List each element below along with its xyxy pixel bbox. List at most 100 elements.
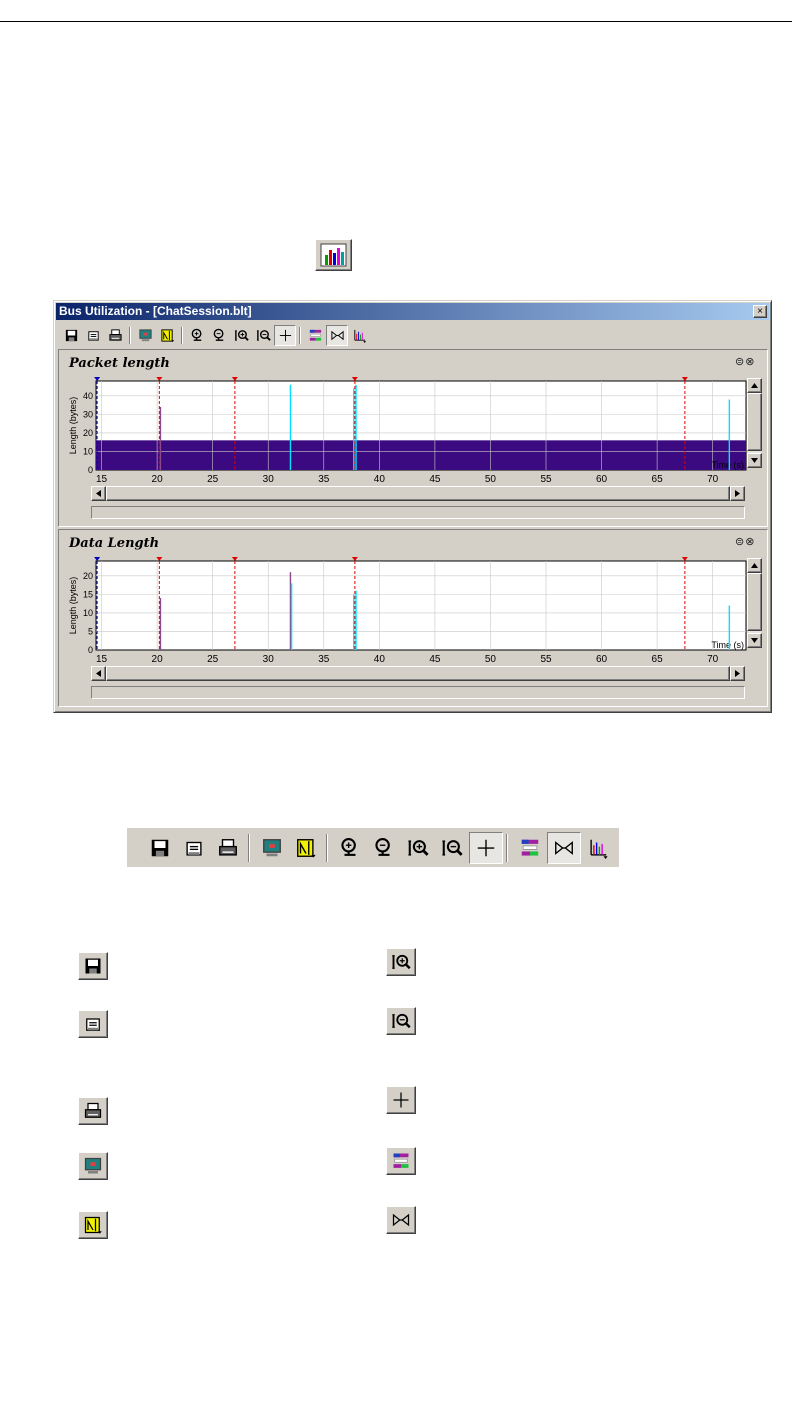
window-title: Bus Utilization - [ChatSession.blt] (59, 304, 252, 318)
zoom-out-icon (375, 838, 390, 856)
save-icon (151, 839, 169, 857)
fit-button[interactable] (326, 325, 348, 346)
bus-load-band (96, 440, 746, 470)
marker-handle[interactable] (351, 377, 358, 381)
zoom-in-icon (191, 328, 201, 341)
marker-handle[interactable] (156, 557, 163, 561)
layout-button[interactable] (513, 832, 547, 864)
status-bar (91, 686, 745, 699)
x-tick-label: 20 (152, 474, 164, 485)
monitor-icon (84, 1157, 102, 1174)
print-button[interactable] (104, 325, 126, 346)
monitor-button[interactable] (134, 325, 156, 346)
horizontal-scrollbar[interactable] (91, 486, 745, 501)
marker-handle[interactable] (156, 377, 163, 381)
zoom-in-icon (341, 838, 356, 856)
axis-scale-button[interactable] (348, 325, 370, 346)
scroll-thumb[interactable] (106, 486, 730, 501)
open-button[interactable] (82, 325, 104, 346)
x-tick-label: 35 (318, 654, 330, 665)
legend-ruler-button (78, 1211, 108, 1239)
scroll-thumb[interactable] (106, 666, 730, 681)
chart-title: Data Length (69, 536, 160, 551)
zoom-in-vertical-icon (408, 840, 429, 856)
crosshair-button[interactable] (469, 832, 503, 864)
marker-handle[interactable] (231, 557, 238, 561)
bus-utilization-button[interactable] (315, 239, 352, 271)
marker-handle[interactable] (681, 557, 688, 561)
save-button[interactable] (143, 832, 177, 864)
legend-crosshair-button (386, 1086, 416, 1114)
scroll-down-button[interactable] (747, 453, 762, 468)
title-bar[interactable]: Bus Utilization - [ChatSession.blt] × (56, 303, 769, 320)
marker-handle[interactable] (351, 557, 358, 561)
scroll-thumb[interactable] (747, 573, 762, 631)
legend-open-button (78, 1010, 108, 1038)
x-tick-label: 30 (263, 474, 275, 485)
monitor-button[interactable] (255, 832, 289, 864)
y-tick-label: 0 (88, 465, 93, 475)
pane-controls[interactable]: ⊜⊗ (735, 355, 755, 368)
scroll-left-button[interactable] (91, 666, 106, 681)
x-tick-label: 20 (152, 654, 164, 665)
x-tick-label: 70 (707, 474, 719, 485)
open-icon (87, 331, 99, 341)
scroll-down-button[interactable] (747, 633, 762, 648)
ruler-button[interactable] (289, 832, 323, 864)
layout-icon (393, 1153, 409, 1168)
crosshair-button[interactable] (274, 325, 296, 346)
scroll-right-button[interactable] (730, 486, 745, 501)
ruler-button[interactable] (156, 325, 178, 346)
horizontal-scrollbar[interactable] (91, 666, 745, 681)
marker-handle[interactable] (94, 557, 101, 561)
pane-controls[interactable]: ⊜⊗ (735, 535, 755, 548)
zoom-out-vertical-button[interactable] (252, 325, 274, 346)
vertical-scrollbar[interactable] (747, 378, 762, 468)
vertical-scrollbar[interactable] (747, 558, 762, 648)
layout-button[interactable] (304, 325, 326, 346)
x-tick-label: 40 (374, 654, 386, 665)
save-button[interactable] (60, 325, 82, 346)
axis-scale-button[interactable] (581, 832, 615, 864)
zoom-out-button[interactable] (208, 325, 230, 346)
scroll-up-button[interactable] (747, 558, 762, 573)
scroll-up-button[interactable] (747, 378, 762, 393)
print-button[interactable] (211, 832, 245, 864)
chart-pane-data-length: Data Length ⊜⊗ 15 20 25 30 35 40 45 50 55 60 65 70 2… (58, 529, 768, 707)
x-tick-label: 50 (485, 474, 497, 485)
zoom-in-button[interactable] (333, 832, 367, 864)
scroll-right-button[interactable] (730, 666, 745, 681)
zoom-in-vertical-icon (392, 954, 411, 970)
zoom-out-button[interactable] (367, 832, 401, 864)
marker-handle[interactable] (94, 377, 101, 381)
x-tick-label: 15 (96, 474, 108, 485)
zoom-in-vertical-button[interactable] (230, 325, 252, 346)
y-axis-title: Length (bytes) (68, 577, 78, 635)
x-tick-label: 40 (374, 474, 386, 485)
scroll-thumb[interactable] (747, 393, 762, 451)
zoom-in-vertical-button[interactable] (401, 832, 435, 864)
zoom-out-vertical-button[interactable] (435, 832, 469, 864)
legend-zoom-in-vertical-button (386, 948, 416, 976)
x-axis-title: Time (s) (711, 460, 744, 470)
marker-handle[interactable] (231, 377, 238, 381)
close-button[interactable]: × (753, 305, 767, 318)
open-button[interactable] (177, 832, 211, 864)
zoom-out-icon (213, 328, 223, 341)
page-top-rule (0, 21, 792, 22)
x-tick-label: 50 (485, 654, 497, 665)
toolbar-separator (248, 834, 250, 862)
zoom-in-button[interactable] (186, 325, 208, 346)
y-tick-label: 20 (83, 428, 93, 438)
scroll-left-button[interactable] (91, 486, 106, 501)
fit-button[interactable] (547, 832, 581, 864)
axis-scale-icon (590, 839, 608, 859)
marker-handle[interactable] (681, 377, 688, 381)
data-length-chart: 15 20 25 30 35 40 45 50 55 60 65 7020151050Length (… (68, 557, 747, 665)
y-tick-label: 40 (83, 391, 93, 401)
monitor-icon (263, 839, 281, 857)
status-bar (91, 506, 745, 519)
layout-icon (309, 329, 321, 341)
legend-layout-button (386, 1147, 416, 1175)
y-tick-label: 10 (83, 608, 93, 618)
